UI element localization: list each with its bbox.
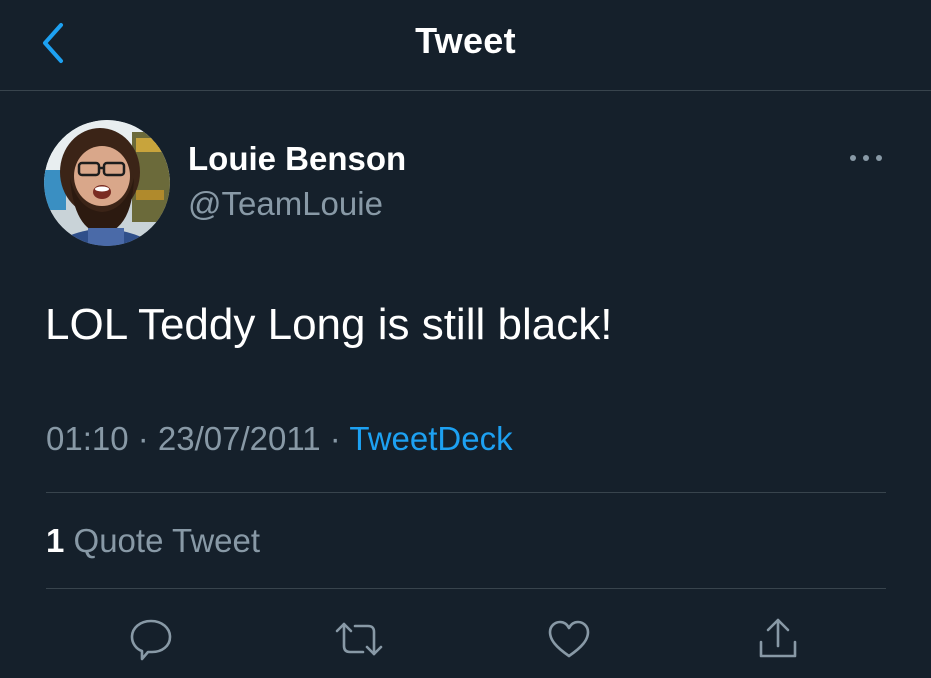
quote-label: Quote Tweet — [64, 522, 261, 559]
top-bar: Tweet — [0, 0, 931, 91]
avatar-image — [44, 120, 170, 246]
share-icon — [759, 618, 797, 658]
tweet-time: 01:10 — [46, 420, 129, 457]
avatar[interactable] — [44, 120, 170, 246]
divider — [46, 588, 886, 589]
meta-separator: · — [128, 420, 158, 457]
reply-button[interactable] — [124, 612, 178, 666]
page-title: Tweet — [415, 20, 516, 61]
author-name[interactable]: Louie Benson — [188, 140, 406, 178]
retweet-icon — [335, 622, 383, 656]
meta-separator: · — [320, 420, 350, 457]
tweet-detail-screen: Tweet Louie Benson @TeamLouie LOL Teddy … — [0, 0, 931, 678]
author-handle[interactable]: @TeamLouie — [188, 185, 383, 223]
retweet-button[interactable] — [332, 612, 386, 666]
quote-tweets-stat[interactable]: 1 Quote Tweet — [46, 522, 260, 560]
reply-icon — [130, 619, 172, 661]
share-button[interactable] — [751, 612, 805, 666]
more-horizontal-icon — [850, 155, 882, 161]
tweet-date: 23/07/2011 — [157, 420, 321, 457]
quote-count: 1 — [46, 522, 65, 559]
heart-icon — [548, 620, 590, 658]
divider — [46, 492, 886, 493]
more-options-button[interactable] — [844, 145, 888, 171]
like-button[interactable] — [542, 612, 596, 666]
tweet-text: LOL Teddy Long is still black! — [45, 300, 613, 349]
tweet-meta: 01:10 · 23/07/2011 · TweetDeck — [46, 420, 513, 458]
tweet-source-link[interactable]: TweetDeck — [349, 420, 512, 457]
